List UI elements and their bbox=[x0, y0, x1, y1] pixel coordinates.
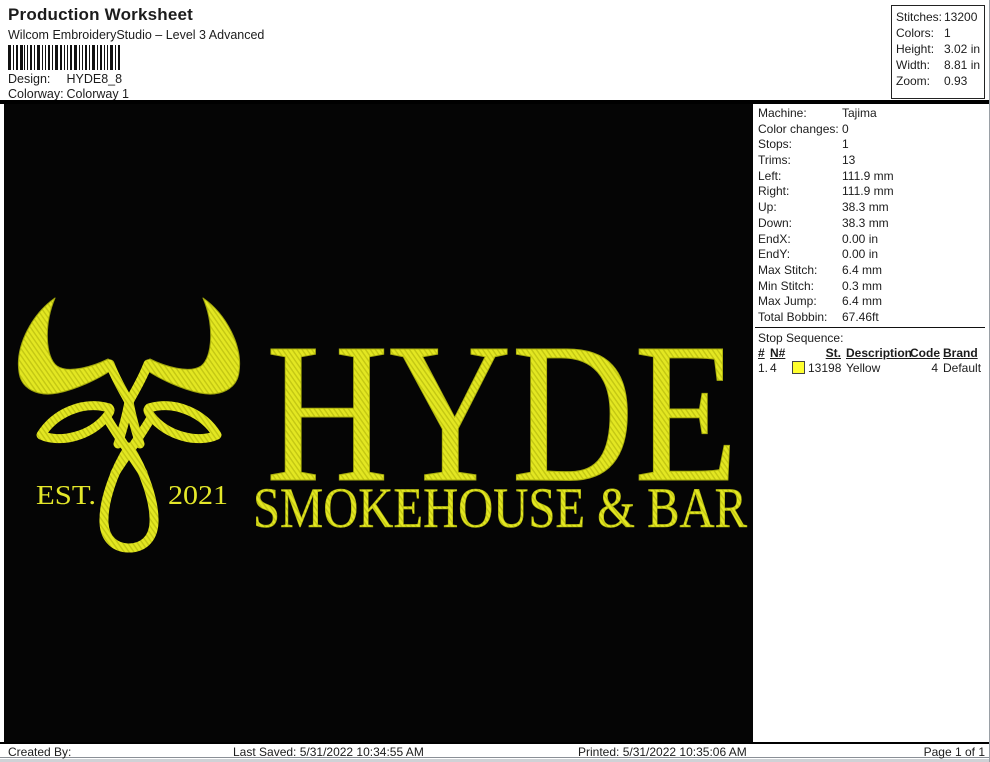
machine-row: EndY: 0.00 in bbox=[758, 247, 879, 262]
machine-row: Color changes: 0 bbox=[758, 121, 849, 136]
machine-row: Trims: 13 bbox=[758, 153, 856, 168]
machine-row: Left: 111.9 mm bbox=[758, 168, 894, 183]
machine-details-panel: Machine: Tajima Color changes: 0 Stops: 1 T… bbox=[758, 106, 986, 326]
stat-zoom: Zoom: 0.93 bbox=[896, 74, 968, 88]
stop-row-code: 4 bbox=[931, 361, 938, 375]
col-num: # bbox=[758, 346, 765, 360]
page-title: Production Worksheet bbox=[8, 5, 194, 24]
colorway-value: Colorway 1 bbox=[66, 87, 130, 101]
design-year-text: 2021 bbox=[168, 480, 228, 510]
machine-row: Stops: 1 bbox=[758, 137, 849, 152]
col-description: Description bbox=[846, 346, 913, 360]
stop-sequence-table: # N# St. Description Code Brand 1. 4 131… bbox=[758, 346, 986, 376]
page-footer: Created By: Last Saved: 5/31/2022 10:34:… bbox=[0, 742, 989, 759]
production-worksheet-page: Production Worksheet Wilcom EmbroiderySt… bbox=[0, 0, 990, 762]
stop-sequence-section: Stop Sequence: # N# St. Description Code… bbox=[758, 330, 986, 376]
col-stitches: St. bbox=[825, 346, 841, 360]
stat-width: Width: 8.81 in bbox=[896, 58, 981, 72]
thread-color-swatch bbox=[792, 361, 805, 374]
colorway-label: Colorway: bbox=[8, 87, 64, 101]
design-tagline-wordmark: SMOKEHOUSE & BAR bbox=[253, 477, 747, 540]
col-needle: N# bbox=[770, 346, 786, 360]
stop-row-description: Yellow bbox=[846, 361, 881, 375]
design-preview-canvas: HYDE SMOKEHOUSE & BAR EST. 2021 bbox=[4, 104, 753, 742]
design-name-row: Design: HYDE8_8 bbox=[8, 72, 122, 86]
design-value: HYDE8_8 bbox=[66, 72, 123, 86]
machine-row: Min Stitch: 0.3 mm bbox=[758, 278, 883, 293]
col-brand: Brand bbox=[943, 346, 978, 360]
stop-sequence-title: Stop Sequence: bbox=[758, 331, 844, 345]
bull-logo bbox=[17, 297, 241, 553]
col-code: Code bbox=[910, 346, 940, 360]
machine-row: Down: 38.3 mm bbox=[758, 215, 889, 230]
machine-row: Max Jump: 6.4 mm bbox=[758, 294, 883, 309]
machine-row: Total Bobbin: 67.46ft bbox=[758, 309, 879, 324]
stat-stitches: Stitches: 13200 bbox=[896, 10, 978, 24]
stat-colors: Colors: 1 bbox=[896, 26, 951, 40]
stop-row-brand: Default bbox=[943, 361, 982, 375]
software-subtitle: Wilcom EmbroideryStudio – Level 3 Advanc… bbox=[8, 28, 265, 42]
last-saved-timestamp: Last Saved: 5/31/2022 10:34:55 AM bbox=[233, 745, 424, 759]
stop-row-num: 1. bbox=[758, 361, 769, 375]
design-stats-box: Stitches: 13200 Colors: 1 Height: 3.02 i… bbox=[891, 5, 985, 99]
stop-row-stitches: 13198 bbox=[792, 361, 841, 376]
barcode-icon bbox=[8, 45, 120, 70]
stat-height: Height: 3.02 in bbox=[896, 42, 981, 56]
embroidery-design: HYDE SMOKEHOUSE & BAR EST. 2021 bbox=[17, 297, 747, 553]
design-label: Design: bbox=[8, 72, 51, 86]
machine-row: Right: 111.9 mm bbox=[758, 184, 894, 199]
stop-row-needle: 4 bbox=[770, 361, 777, 375]
colorway-row: Colorway: Colorway 1 bbox=[8, 87, 129, 101]
printed-timestamp: Printed: 5/31/2022 10:35:06 AM bbox=[578, 745, 747, 759]
machine-row: EndX: 0.00 in bbox=[758, 231, 879, 246]
design-est-text: EST. bbox=[36, 480, 96, 510]
machine-row: Max Stitch: 6.4 mm bbox=[758, 262, 883, 277]
page-number: Page 1 of 1 bbox=[923, 745, 985, 759]
stop-sequence-separator bbox=[755, 327, 985, 328]
created-by-label: Created By: bbox=[8, 745, 72, 759]
machine-row: Up: 38.3 mm bbox=[758, 200, 889, 215]
machine-row: Machine: Tajima bbox=[758, 106, 877, 120]
